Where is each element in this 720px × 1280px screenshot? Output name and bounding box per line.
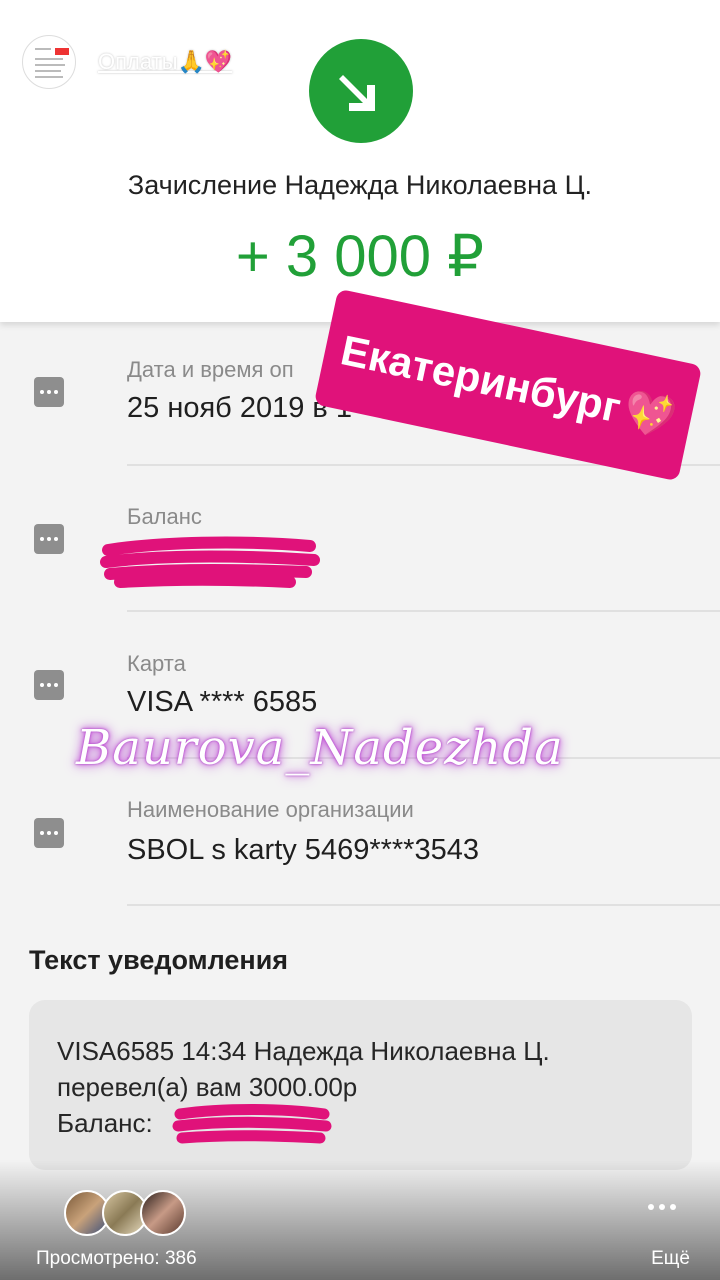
notification-line: VISA6585 14:34 Надежда Николаевна Ц. [57,1036,550,1066]
more-dots-icon [34,670,64,700]
detail-label: Баланс [127,504,202,529]
story-screen: Зачисление Надежда Николаевна Ц. + 3 000… [0,0,720,1280]
notification-box: VISA6585 14:34 Надежда Николаевна Ц. пер… [29,1000,692,1170]
more-dots-icon [34,377,64,407]
detail-label: Дата и время оп [127,357,294,382]
close-icon[interactable] [664,46,696,78]
progress-segment [363,12,534,16]
viewer-avatars[interactable] [64,1190,186,1236]
avatar[interactable] [22,35,76,89]
notification-heading: Текст уведомления [29,945,289,975]
progress-segment [539,12,710,16]
story-time: 21ч. [246,51,283,72]
notification-line: Баланс: [57,1108,153,1138]
views-count[interactable]: Просмотрено: 386 [36,1248,197,1270]
progress-segment [10,12,181,16]
detail-value: VISA **** 6585 [127,686,318,718]
notification-line: перевел(а) вам 3000.00р [57,1072,358,1102]
detail-label: Карта [127,651,186,676]
story-title[interactable]: Оплаты🙏💖 [98,49,232,75]
divider [127,610,720,612]
operation-title: Зачисление Надежда Николаевна Ц. [127,170,593,200]
city-sticker-text: Екатеринбург [336,326,626,432]
signature-sticker[interactable]: Baurova_Nadezhda [76,720,564,776]
avatar [140,1190,186,1236]
redaction-scribble [100,536,320,588]
sparkle-heart-icon: 💖 [619,385,681,443]
detail-row-organization[interactable]: Наименование организации SBOL s karty 54… [0,760,720,906]
more-dots-icon [34,818,64,848]
divider [127,904,720,906]
redaction-scribble [172,1104,332,1144]
more-dots-icon[interactable] [648,1204,676,1210]
more-dots-icon [34,524,64,554]
progress-segment [186,12,357,16]
story-progress [10,12,710,16]
detail-value: SBOL s karty 5469****3543 [127,834,479,866]
more-label[interactable]: Ещё [651,1248,690,1270]
story-header: Оплаты🙏💖 21ч. [22,32,700,92]
detail-label: Наименование организации [127,797,414,822]
operation-amount: + 3 000 ₽ [235,224,485,289]
